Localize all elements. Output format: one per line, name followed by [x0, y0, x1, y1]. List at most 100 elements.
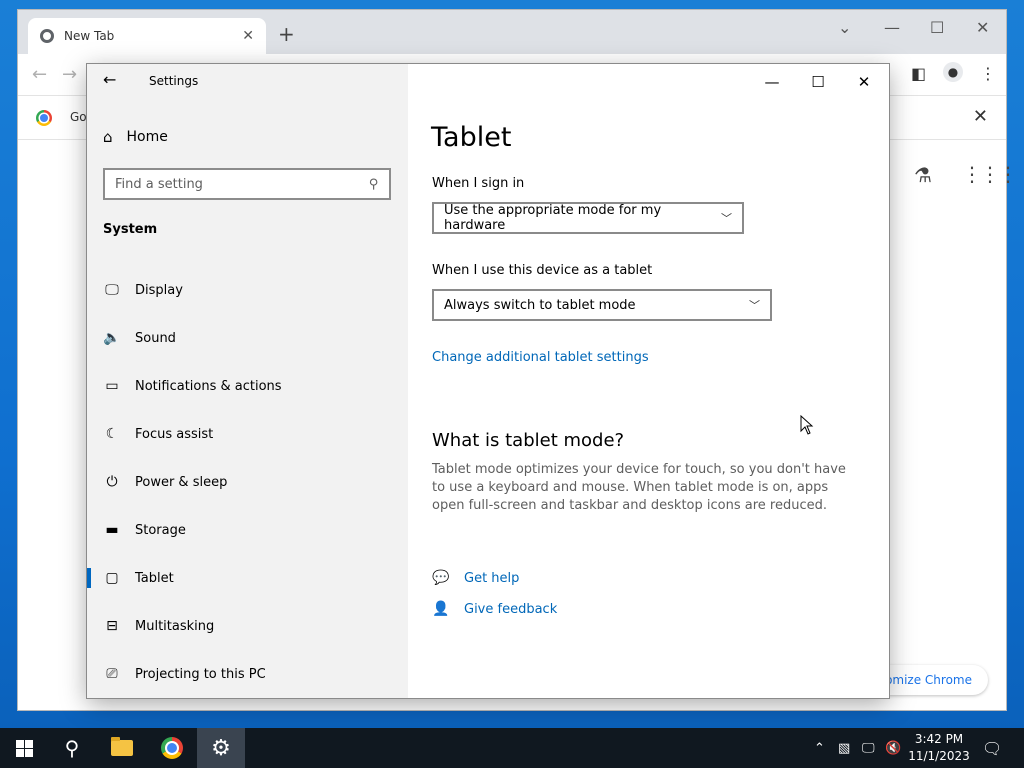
- get-help-link[interactable]: Get help: [464, 571, 519, 586]
- gear-icon: ⚙: [211, 735, 231, 761]
- start-button[interactable]: [0, 728, 48, 768]
- moon-icon: ☾: [105, 426, 119, 442]
- sidebar-item-label: Tablet: [135, 570, 174, 586]
- sidebar-section-system: System: [103, 222, 158, 237]
- google-apps-icon[interactable]: ⋮⋮⋮: [962, 162, 1018, 186]
- chrome-infobar-text: Go: [70, 110, 87, 124]
- taskbar-clock[interactable]: 3:42 PM 11/1/2023: [906, 731, 972, 765]
- chrome-new-tab-button[interactable]: +: [278, 24, 295, 44]
- sidebar-item-focus-assist[interactable]: ☾ Focus assist: [87, 410, 408, 458]
- tray-display-icon[interactable]: 🖵: [862, 728, 875, 768]
- mouse-cursor-icon: [800, 415, 814, 435]
- find-setting-search[interactable]: ⚲: [103, 168, 391, 200]
- sign-in-label: When I sign in: [432, 176, 525, 191]
- sidebar-item-projecting[interactable]: ⎚ Projecting to this PC: [87, 650, 408, 698]
- page-title: Tablet: [431, 122, 512, 153]
- chrome-tab-search-icon[interactable]: ⌄: [838, 18, 851, 37]
- chrome-maximize-icon[interactable]: ☐: [930, 18, 944, 37]
- help-chat-icon: 💬: [432, 570, 450, 586]
- chevron-down-icon: ﹀: [749, 299, 760, 312]
- sign-in-mode-dropdown[interactable]: Use the appropriate mode for my hardware…: [432, 202, 744, 234]
- chrome-menu-icon[interactable]: ⋮: [980, 64, 996, 83]
- tablet-use-label: When I use this device as a tablet: [432, 263, 653, 278]
- chrome-icon: [161, 737, 183, 759]
- search-icon[interactable]: ⚲: [369, 177, 379, 192]
- notifications-icon: ▭: [105, 378, 119, 394]
- tablet-use-dropdown[interactable]: Always switch to tablet mode ﹀: [432, 289, 772, 321]
- give-feedback-row[interactable]: 👤 Give feedback: [432, 601, 557, 617]
- chrome-minimize-icon[interactable]: —: [884, 18, 900, 37]
- window-title: Settings: [149, 74, 199, 88]
- chrome-tab-close-icon[interactable]: ✕: [242, 28, 254, 44]
- chrome-profile-icon[interactable]: ●: [943, 62, 963, 82]
- chrome-close-icon[interactable]: ✕: [976, 18, 989, 37]
- chrome-tabstrip: New Tab ✕ + ⌄ — ☐ ✕: [18, 10, 1006, 54]
- close-button[interactable]: ✕: [841, 68, 887, 96]
- sidebar-item-display[interactable]: 🖵 Display: [87, 266, 408, 314]
- folder-icon: [111, 737, 133, 756]
- file-explorer-button[interactable]: [98, 728, 146, 768]
- home-icon: ⌂: [103, 128, 113, 146]
- change-additional-tablet-settings-link[interactable]: Change additional tablet settings: [432, 350, 649, 365]
- tablet-use-value: Always switch to tablet mode: [444, 297, 636, 313]
- chrome-taskbar-button[interactable]: [148, 728, 196, 768]
- chrome-tab-title: New Tab: [64, 29, 115, 43]
- feedback-icon: 👤: [432, 601, 450, 617]
- projecting-icon: ⎚: [106, 666, 118, 682]
- give-feedback-link[interactable]: Give feedback: [464, 602, 557, 617]
- multitasking-icon: ⊟: [106, 618, 118, 634]
- tablet-icon: ▢: [105, 570, 119, 586]
- settings-sidebar: ⌂ Home ⚲ System 🖵 Display 🔈 Sound ▭ Noti…: [87, 64, 408, 698]
- taskbar-search-icon[interactable]: ⚲: [48, 728, 96, 768]
- minimize-button[interactable]: —: [749, 68, 795, 96]
- sidebar-item-power-sleep[interactable]: ⏻ Power & sleep: [87, 458, 408, 506]
- settings-titlebar: ← Settings — ☐ ✕: [87, 64, 889, 98]
- find-setting-input[interactable]: [115, 176, 345, 192]
- sidebar-item-label: Notifications & actions: [135, 378, 282, 394]
- sidebar-item-multitasking[interactable]: ⊟ Multitasking: [87, 602, 408, 650]
- sign-in-mode-value: Use the appropriate mode for my hardware: [444, 203, 662, 233]
- chrome-tab-favicon-icon: [40, 29, 54, 43]
- windows-logo-icon: [15, 739, 33, 757]
- sidebar-nav-list: 🖵 Display 🔈 Sound ▭ Notifications & acti…: [87, 266, 408, 698]
- tablet-mode-description: Tablet mode optimizes your device for to…: [432, 462, 846, 513]
- power-icon: ⏻: [106, 474, 118, 490]
- storage-icon: ▬: [105, 522, 119, 538]
- chrome-back-icon[interactable]: ←: [32, 64, 47, 85]
- settings-taskbar-button[interactable]: ⚙: [197, 728, 245, 768]
- clock-date: 11/1/2023: [908, 749, 970, 763]
- what-is-tablet-mode-heading: What is tablet mode?: [432, 430, 625, 451]
- sound-icon: 🔈: [103, 330, 121, 346]
- chevron-down-icon: ﹀: [721, 212, 732, 225]
- sidebar-item-label: Focus assist: [135, 426, 214, 442]
- sidebar-item-home[interactable]: ⌂ Home: [103, 128, 168, 146]
- sidebar-item-label: Multitasking: [135, 618, 215, 634]
- sidebar-item-tablet[interactable]: ▢ Tablet: [87, 554, 408, 602]
- sidebar-item-label: Storage: [135, 522, 186, 538]
- tray-network-icon[interactable]: ▧: [838, 728, 850, 768]
- settings-window: ⌂ Home ⚲ System 🖵 Display 🔈 Sound ▭ Noti…: [87, 64, 889, 698]
- display-icon: 🖵: [105, 282, 119, 298]
- tray-volume-muted-icon[interactable]: 🔇: [885, 728, 901, 768]
- sidebar-item-label: Power & sleep: [135, 474, 228, 490]
- chrome-logo-icon: [36, 110, 52, 126]
- taskbar: ⚲ ⚙ ⌃ ▧ 🖵 🔇 3:42 PM 11/1/2023 🗨: [0, 728, 1024, 768]
- tray-show-hidden-icon[interactable]: ⌃: [814, 728, 825, 768]
- back-button[interactable]: ←: [103, 70, 116, 89]
- sidebar-item-sound[interactable]: 🔈 Sound: [87, 314, 408, 362]
- sidebar-item-label: Projecting to this PC: [135, 666, 266, 682]
- chrome-forward-icon[interactable]: →: [62, 64, 77, 85]
- sidebar-item-label: Sound: [135, 330, 176, 346]
- sidebar-item-notifications[interactable]: ▭ Notifications & actions: [87, 362, 408, 410]
- chrome-tab-new-tab[interactable]: New Tab ✕: [28, 18, 266, 54]
- sidebar-item-label: Home: [126, 129, 168, 145]
- sidebar-item-label: Display: [135, 282, 183, 298]
- get-help-row[interactable]: 💬 Get help: [432, 570, 519, 586]
- clock-time: 3:42 PM: [914, 732, 964, 746]
- maximize-button[interactable]: ☐: [795, 68, 841, 96]
- sidebar-item-storage[interactable]: ▬ Storage: [87, 506, 408, 554]
- chrome-infobar-close-icon[interactable]: ✕: [973, 106, 988, 127]
- action-center-icon[interactable]: 🗨: [982, 728, 1002, 768]
- chrome-labs-icon[interactable]: ⚗: [914, 163, 932, 187]
- chrome-side-panel-icon[interactable]: ◧: [911, 64, 926, 83]
